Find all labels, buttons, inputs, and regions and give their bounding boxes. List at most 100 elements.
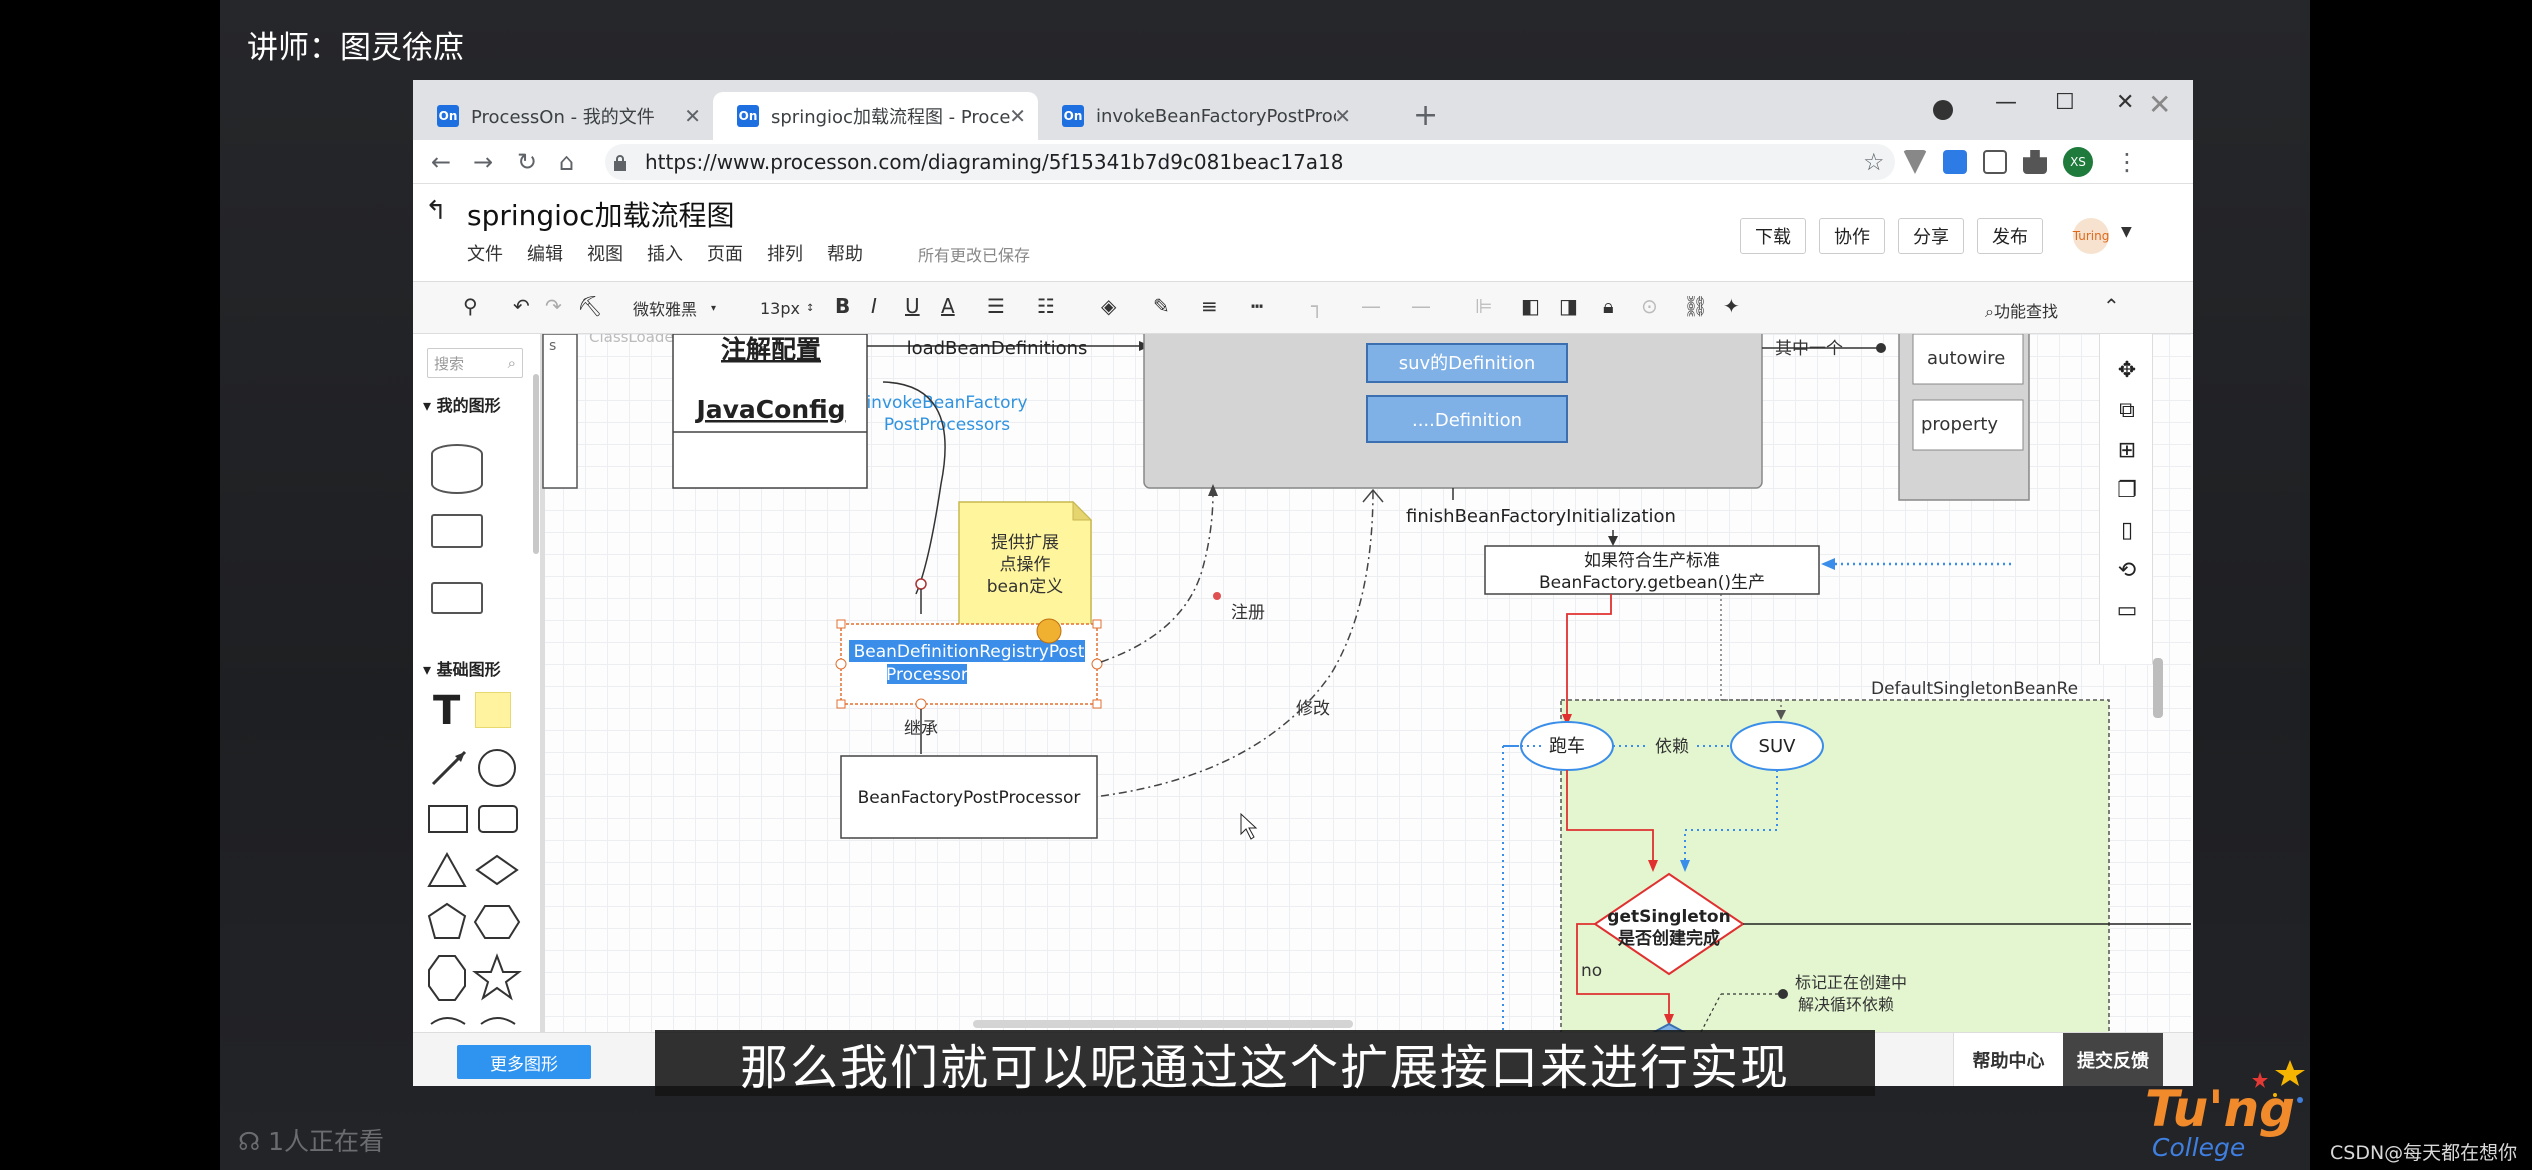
data-icon[interactable]: ⊞ <box>2114 438 2140 464</box>
menu-help[interactable]: 帮助 <box>827 240 863 266</box>
text-tool-icon[interactable]: T <box>433 688 460 734</box>
redo-icon[interactable]: ↷ <box>545 294 562 318</box>
send-back-icon[interactable]: ◨ <box>1559 294 1578 318</box>
back-arrow-icon[interactable]: ↰ <box>425 196 447 226</box>
paoche-label: 跑车 <box>1549 736 1585 757</box>
share-button[interactable]: 分享 <box>1898 218 1964 254</box>
tab-processon-files[interactable]: On ProcessOn - 我的文件 ✕ <box>413 92 713 140</box>
tab-springioc[interactable]: On springioc加载流程图 - ProcessOn ✕ <box>713 92 1038 140</box>
card-shape[interactable] <box>431 514 483 548</box>
italic-icon[interactable]: I <box>871 294 877 318</box>
line-end-icon[interactable]: — <box>1411 294 1431 318</box>
document-title[interactable]: springioc加载流程图 <box>467 194 734 234</box>
connector-icon[interactable]: ┐ <box>1311 294 1323 318</box>
panel-scrollbar[interactable] <box>533 374 539 554</box>
pages-icon[interactable]: ❐ <box>2114 478 2140 504</box>
reload-icon[interactable]: ↻ <box>517 148 537 176</box>
format-brush-icon[interactable]: ⚲ <box>463 294 478 318</box>
address-bar: ← → ↻ ⌂ https://www.processon.com/diagra… <box>413 140 2193 184</box>
fill-color-icon[interactable]: ◈ <box>1101 294 1116 318</box>
font-family-select[interactable]: 微软雅黑 ▾ <box>633 294 743 322</box>
help-center-button[interactable]: 帮助中心 <box>1953 1033 2063 1086</box>
line-width-icon[interactable]: ≡ <box>1201 294 1218 318</box>
line-color-icon[interactable]: ✎ <box>1153 294 1170 318</box>
close-tab-icon[interactable]: ✕ <box>1334 104 1351 128</box>
outer-close-icon[interactable]: ✕ <box>2148 88 2171 121</box>
comment-icon[interactable]: ▭ <box>2114 598 2140 624</box>
close-tab-icon[interactable]: ✕ <box>1009 104 1026 128</box>
new-tab-button[interactable]: + <box>1413 98 1438 133</box>
browser-window: On ProcessOn - 我的文件 ✕ On springioc加载流程图 … <box>413 80 2193 1086</box>
close-window-button[interactable]: ✕ <box>2116 90 2134 115</box>
paint-format-icon[interactable]: ⛏ <box>577 294 602 318</box>
list-icon[interactable]: ☷ <box>1037 294 1055 318</box>
url-field[interactable]: https://www.processon.com/diagraming/5f1… <box>605 144 1895 180</box>
history-icon[interactable]: ⟲ <box>2114 558 2140 584</box>
font-family-value: 微软雅黑 <box>633 300 698 319</box>
my-shapes-header[interactable]: ▾ 我的图形 <box>423 392 501 416</box>
basic-shapes-header[interactable]: ▾ 基础图形 <box>423 656 501 680</box>
rotate-handle-icon[interactable] <box>1036 618 1062 644</box>
menu-edit[interactable]: 编辑 <box>527 240 563 266</box>
more-vert-icon[interactable]: ⋮ <box>2115 148 2139 176</box>
bold-icon[interactable]: B <box>835 294 850 318</box>
menu-view[interactable]: 视图 <box>587 240 623 266</box>
font-size-select[interactable]: 13px ↕ <box>760 294 820 322</box>
shape-search-input[interactable]: 搜索 ⌕ <box>427 348 523 378</box>
close-tab-icon[interactable]: ✕ <box>684 104 701 128</box>
note-shape[interactable] <box>475 692 511 728</box>
link-icon[interactable]: ⛓ <box>1683 294 1708 318</box>
avatar-dropdown-icon[interactable]: ▼ <box>2121 224 2132 240</box>
extension-icon[interactable] <box>1943 150 1967 174</box>
rectangle-shape[interactable] <box>431 582 483 614</box>
user-avatar[interactable]: Turing <box>2073 218 2109 254</box>
font-color-icon[interactable]: A <box>941 294 955 318</box>
maximize-button[interactable]: ☐ <box>2055 90 2075 115</box>
page-icon[interactable]: ▯ <box>2114 518 2140 544</box>
format-panel-icon[interactable]: ⧉ <box>2114 398 2140 424</box>
underline-icon[interactable]: U <box>905 294 920 318</box>
home-icon[interactable]: ⌂ <box>559 148 574 176</box>
canvas-hscrollbar[interactable] <box>973 1020 1353 1028</box>
triangle-down-icon: ▾ <box>423 660 437 679</box>
menu-insert[interactable]: 插入 <box>647 240 683 266</box>
back-icon[interactable]: ← <box>431 148 451 176</box>
collapse-toolbar-icon[interactable]: ⌃ <box>2103 294 2120 318</box>
line-style-icon[interactable]: ┅ <box>1251 294 1263 318</box>
magic-icon[interactable]: ✦ <box>1723 294 1740 318</box>
menu-page[interactable]: 页面 <box>707 240 743 266</box>
publish-button[interactable]: 发布 <box>1977 218 2043 254</box>
collaborate-button[interactable]: 协作 <box>1819 218 1885 254</box>
mark-line1: 标记正在创建中 <box>1795 973 1907 992</box>
bring-front-icon[interactable]: ◧ <box>1521 294 1540 318</box>
tab-invoke[interactable]: On invokeBeanFactoryPostProcessors ✕ <box>1038 92 1363 140</box>
cylinder-shape[interactable] <box>431 444 483 494</box>
align-objects-icon[interactable]: ⊫ <box>1475 294 1492 318</box>
download-button[interactable]: 下载 <box>1740 218 1806 254</box>
lock-shape-icon[interactable]: 🔒︎ <box>1603 294 1614 318</box>
menu-arrange[interactable]: 排列 <box>767 240 803 266</box>
extension-icon[interactable] <box>1903 150 1927 174</box>
menu-file[interactable]: 文件 <box>467 240 503 266</box>
navigator-icon[interactable]: ✥ <box>2114 358 2140 384</box>
produce-line1: 如果符合生产标准 <box>1584 551 1720 571</box>
diagram-canvas[interactable]: s ClassLoader 注解配置 JavaConfig loadBeanDe… <box>541 334 2191 1032</box>
tab-search-icon[interactable] <box>1933 100 1953 120</box>
line-start-icon[interactable]: — <box>1361 294 1381 318</box>
puzzle-icon[interactable] <box>2023 150 2047 174</box>
forward-icon[interactable]: → <box>473 148 493 176</box>
partial-box[interactable] <box>542 334 578 489</box>
undo-icon[interactable]: ↶ <box>513 294 530 318</box>
bookmark-star-icon[interactable]: ☆ <box>1863 148 1885 176</box>
minimize-button[interactable]: — <box>1995 90 2017 115</box>
function-search[interactable]: ⌕功能查找 <box>1985 298 2058 322</box>
app-header: ↰ springioc加载流程图 文件 编辑 视图 插入 页面 排列 帮助 所有… <box>413 184 2193 282</box>
align-icon[interactable]: ☰ <box>987 294 1005 318</box>
bfpp-label: BeanFactoryPostProcessor <box>858 788 1081 808</box>
more-shapes-button[interactable]: 更多图形 <box>457 1045 591 1079</box>
profile-avatar[interactable]: XS <box>2063 147 2093 177</box>
canvas-scrollbar[interactable] <box>2153 658 2163 718</box>
unlock-icon[interactable]: ⊙ <box>1641 294 1658 318</box>
basic-shapes-grid[interactable] <box>427 744 527 1044</box>
extension-icon[interactable] <box>1983 150 2007 174</box>
